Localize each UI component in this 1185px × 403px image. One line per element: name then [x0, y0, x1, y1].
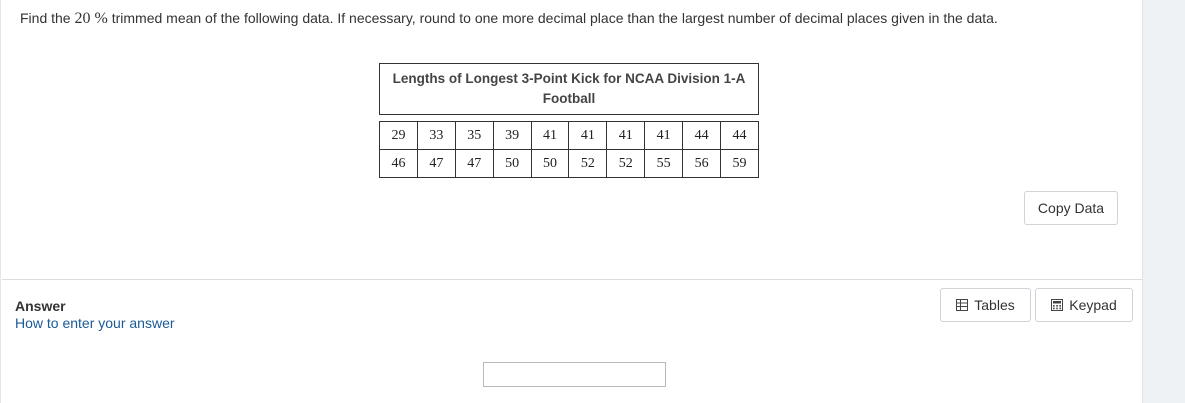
table-cell: 33 — [416, 121, 456, 150]
table-cell: 29 — [379, 121, 418, 150]
table-cell: 56 — [682, 149, 722, 178]
table-cell: 41 — [568, 121, 608, 150]
copy-data-button[interactable]: Copy Data — [1024, 191, 1118, 225]
tables-label: Tables — [974, 297, 1015, 313]
table-cell: 59 — [720, 149, 759, 178]
table-icon — [956, 299, 969, 311]
table-cell: 41 — [606, 121, 646, 150]
table-cell: 41 — [644, 121, 684, 150]
table-row: 29 33 35 39 41 41 41 41 44 44 — [379, 121, 759, 150]
answer-input[interactable] — [483, 362, 666, 387]
table-row: 46 47 47 50 50 52 52 55 56 59 — [379, 149, 759, 178]
keypad-button[interactable]: Keypad — [1035, 288, 1133, 322]
table-cell: 35 — [454, 121, 494, 150]
table-cell: 55 — [644, 149, 684, 178]
keypad-label: Keypad — [1069, 297, 1117, 313]
how-to-enter-answer-link[interactable]: How to enter your answer — [15, 315, 175, 331]
table-cell: 50 — [530, 149, 570, 178]
tables-button[interactable]: Tables — [940, 288, 1031, 322]
question-text: Find the 20 % trimmed mean of the follow… — [20, 10, 998, 28]
section-divider — [2, 279, 1143, 280]
table-cell: 41 — [530, 121, 570, 150]
table-cell: 52 — [606, 149, 646, 178]
table-spacer — [379, 114, 759, 122]
trim-percent: 20 % — [74, 10, 108, 27]
table-cell: 44 — [682, 121, 722, 150]
copy-data-label: Copy Data — [1037, 200, 1105, 216]
table-cell: 47 — [454, 149, 494, 178]
question-suffix: trimmed mean of the following data. If n… — [111, 10, 998, 26]
calculator-icon — [1051, 299, 1064, 311]
table-cell: 44 — [720, 121, 759, 150]
data-table: Lengths of Longest 3-Point Kick for NCAA… — [379, 63, 759, 178]
table-cell: 47 — [416, 149, 456, 178]
answer-label: Answer — [15, 298, 66, 314]
table-cell: 50 — [492, 149, 532, 178]
table-title: Lengths of Longest 3-Point Kick for NCAA… — [379, 63, 759, 115]
question-prefix: Find the — [20, 10, 71, 26]
right-gutter — [1142, 0, 1185, 403]
table-cell: 46 — [379, 149, 418, 178]
table-cell: 52 — [568, 149, 608, 178]
table-cell: 39 — [492, 121, 532, 150]
question-panel: Find the 20 % trimmed mean of the follow… — [0, 0, 1143, 403]
